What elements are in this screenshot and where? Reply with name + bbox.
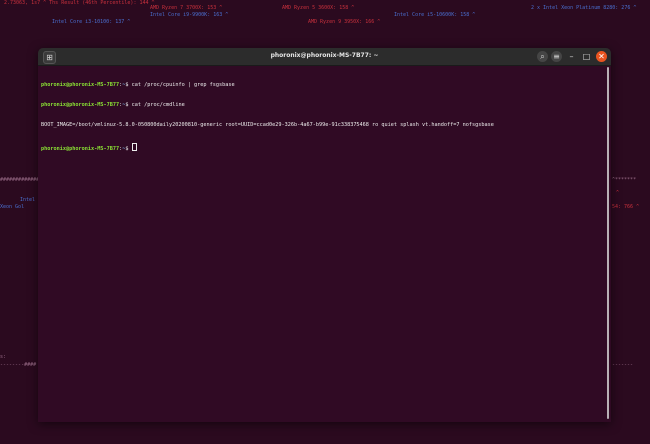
text-cursor: [131, 142, 137, 151]
hamburger-menu-icon[interactable]: ≡: [551, 51, 562, 62]
terminal-line: phoronix@phoronix-MS-7B77:~$ cat /proc/c…: [41, 82, 608, 89]
bg-result-line: Intel Core i9-9900K: 163 ^: [150, 12, 229, 18]
bg-result-line: AMD Ryzen 5 3600X: 158 ^: [282, 5, 355, 11]
bg-divider: s:: [0, 354, 7, 360]
terminal-line[interactable]: phoronix@phoronix-MS-7B77:~$: [41, 142, 608, 153]
terminal-line: BOOT_IMAGE=/boot/vmlinuz-5.8.0-050800dai…: [41, 122, 608, 129]
command-text: cat /proc/cpuinfo | grep fsgsbase: [131, 81, 235, 88]
close-icon[interactable]: ✕: [596, 51, 607, 62]
prompt-user: phoronix@phoronix-MS-7B77: [41, 145, 120, 152]
bg-divider: -------: [612, 362, 634, 368]
bg-divider: ^*******: [612, 177, 637, 183]
bg-result-line: Intel Core i3-10100: 137 ^: [52, 19, 131, 25]
maximize-icon[interactable]: □: [581, 51, 592, 62]
bg-result-line: Intel Core i5-10600K: 158 ^: [394, 12, 476, 18]
bg-result-line: Xeon Gol: [0, 204, 25, 210]
bg-divider: --------####: [0, 362, 37, 368]
minimize-icon[interactable]: –: [566, 51, 577, 62]
command-text: cat /proc/cmdline: [131, 101, 185, 108]
terminal-output[interactable]: phoronix@phoronix-MS-7B77:~$ cat /proc/c…: [38, 66, 611, 168]
bg-result-line: 2.73063, 1s7 ^ Ths Result (46th Percenti…: [4, 0, 155, 6]
command-output: BOOT_IMAGE=/boot/vmlinuz-5.8.0-050800dai…: [41, 122, 494, 129]
bg-result-line: 2 x Intel Xeon Platinum 8280: 276 ^: [531, 5, 637, 11]
terminal-line: phoronix@phoronix-MS-7B77:~$ cat /proc/c…: [41, 102, 608, 109]
search-icon[interactable]: ⌕: [537, 51, 548, 62]
bg-result-line: 54: 766 ^: [612, 204, 640, 210]
window-titlebar[interactable]: ⊞ phoronix@phoronix-MS-7B77: ~ ⌕ ≡ – □ ✕: [38, 48, 611, 66]
terminal-scrollbar[interactable]: [607, 67, 609, 419]
bg-result-line: AMD Ryzen 7 3700X: 153 ^: [150, 5, 223, 11]
bg-result-line: Intel: [20, 197, 36, 203]
terminal-window[interactable]: ⊞ phoronix@phoronix-MS-7B77: ~ ⌕ ≡ – □ ✕…: [38, 48, 611, 422]
prompt-user: phoronix@phoronix-MS-7B77: [41, 101, 120, 108]
bg-result-line: AMD Ryzen 9 3950X: 166 ^: [308, 19, 381, 25]
bg-result-line: ^: [616, 190, 620, 196]
prompt-user: phoronix@phoronix-MS-7B77: [41, 81, 120, 88]
window-title: phoronix@phoronix-MS-7B77: ~: [270, 52, 379, 59]
